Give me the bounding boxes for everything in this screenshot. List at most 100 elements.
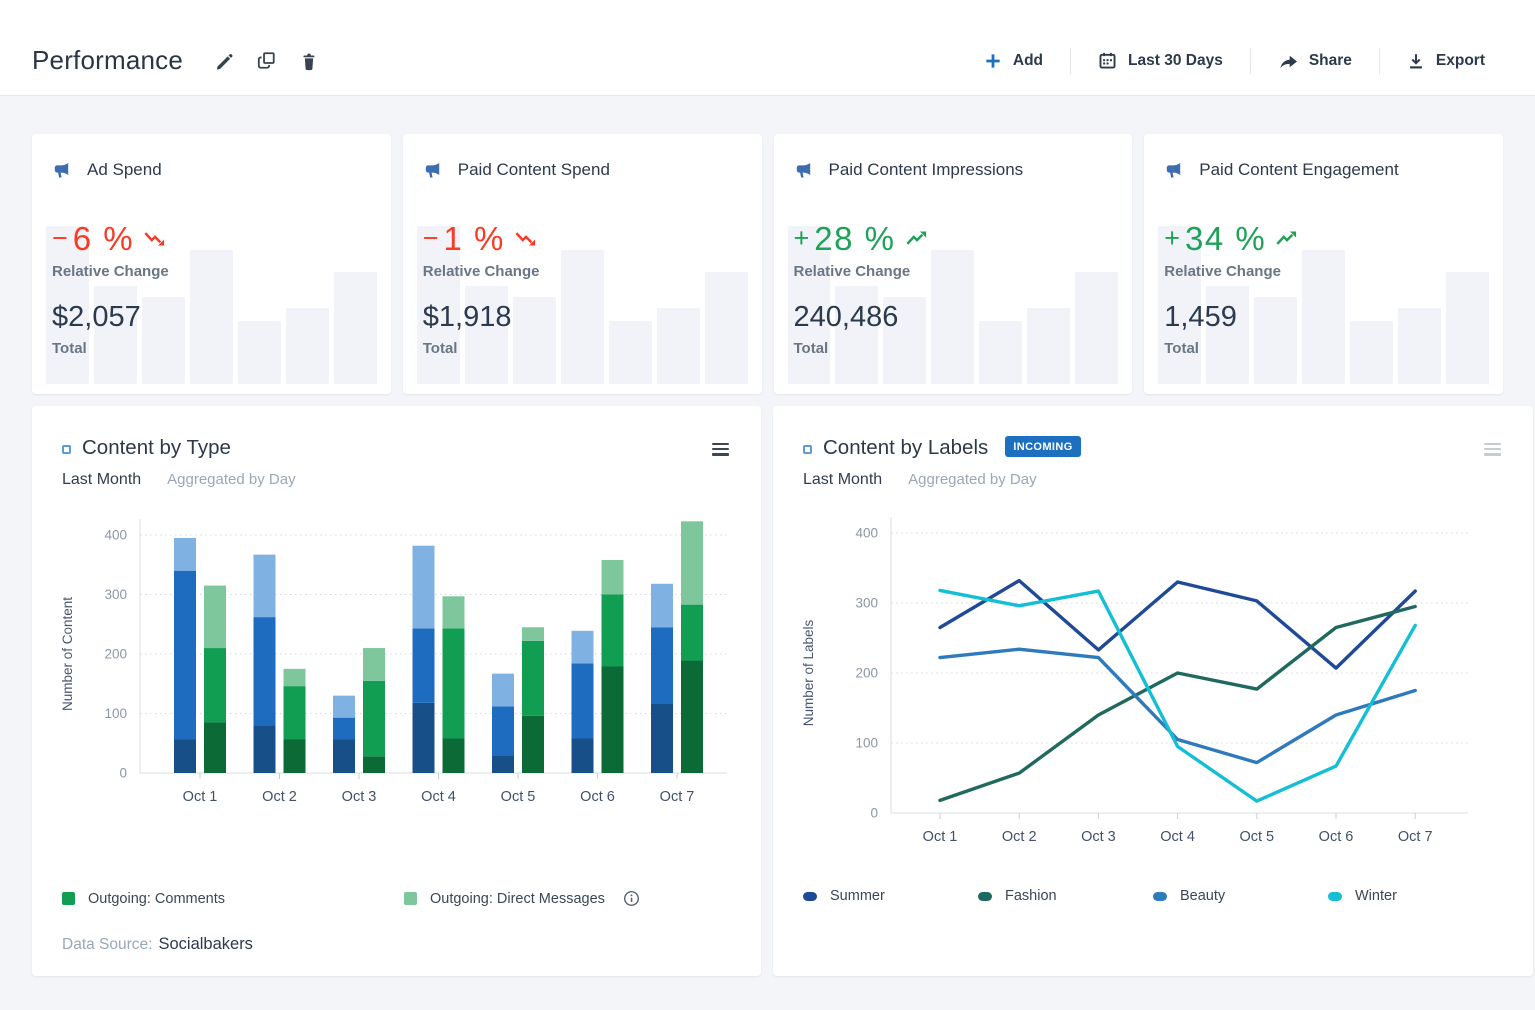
svg-text:0: 0 (119, 766, 127, 781)
kpi-total-label: Total (52, 340, 87, 357)
chart-menu-button[interactable] (710, 436, 731, 462)
top-bar: Performance Add Last 30 Days Share Expor… (0, 0, 1535, 96)
duplicate-dashboard-button[interactable] (252, 46, 281, 75)
legend-marker (803, 891, 817, 901)
kpi-card-paid-content-spend: Paid Content Spend − 1 % Relative Change… (402, 134, 762, 394)
chart-period: Last Month (803, 471, 883, 489)
legend-marker (1153, 891, 1167, 901)
svg-text:Oct 2: Oct 2 (1002, 829, 1037, 845)
svg-text:100: 100 (855, 736, 878, 751)
svg-text:300: 300 (104, 587, 127, 602)
svg-text:Oct 7: Oct 7 (1398, 829, 1433, 845)
kpi-change: − 6 % (52, 222, 377, 255)
chart-title: Content by Type (82, 436, 231, 459)
export-button[interactable]: Export (1380, 44, 1485, 78)
svg-text:Oct 5: Oct 5 (1239, 829, 1274, 845)
kpi-total-value: 1,459 (1164, 301, 1237, 333)
svg-text:Oct 3: Oct 3 (1081, 829, 1116, 845)
pencil-icon (214, 51, 233, 70)
chart-menu-button[interactable] (1482, 436, 1503, 462)
chart-title: Content by Labels (823, 436, 989, 459)
data-source: Data Source: Socialbakers (62, 935, 731, 954)
svg-text:Oct 1: Oct 1 (923, 829, 958, 845)
data-source-label: Data Source: (62, 936, 153, 954)
svg-text:Oct 5: Oct 5 (501, 789, 536, 805)
megaphone-icon (423, 160, 443, 180)
kpi-title: Ad Spend (87, 160, 162, 179)
svg-text:Oct 4: Oct 4 (1160, 829, 1195, 845)
svg-text:100: 100 (104, 706, 127, 721)
kpi-row: Ad Spend − 6 % Relative Change $2,057 To… (32, 134, 1503, 394)
kpi-title: Paid Content Spend (457, 160, 610, 179)
trash-icon (300, 51, 318, 71)
kpi-change-label: Relative Change (1164, 263, 1281, 280)
kpi-title: Paid Content Engagement (1199, 160, 1399, 179)
chart-period: Last Month (62, 471, 142, 489)
kpi-card-paid-content-engagement: Paid Content Engagement + 34 % Relative … (1144, 134, 1503, 394)
svg-text:300: 300 (855, 596, 878, 611)
copy-icon (257, 51, 276, 70)
svg-text:200: 200 (104, 647, 127, 662)
legend-item-winter[interactable]: Winter (1328, 888, 1503, 904)
kpi-total-label: Total (1164, 340, 1199, 357)
trend-arrow-icon (1276, 231, 1298, 246)
megaphone-icon (1164, 160, 1184, 180)
info-icon[interactable] (623, 890, 640, 907)
svg-text:Oct 7: Oct 7 (660, 789, 695, 805)
widget-square-icon (803, 444, 812, 454)
svg-text:Oct 6: Oct 6 (1319, 829, 1354, 845)
svg-text:Oct 2: Oct 2 (262, 789, 297, 805)
chart-aggregation: Aggregated by Day (167, 471, 296, 489)
widget-square-icon (62, 444, 71, 454)
kpi-change-label: Relative Change (52, 263, 169, 280)
kpi-card-ad-spend: Ad Spend − 6 % Relative Change $2,057 To… (32, 134, 391, 394)
svg-text:Oct 3: Oct 3 (342, 789, 377, 805)
trend-arrow-icon (515, 231, 537, 246)
charts-row: Content by Type Last Month Aggregated by… (32, 406, 1533, 976)
dashboard-content: Ad Spend − 6 % Relative Change $2,057 To… (0, 96, 1535, 976)
megaphone-icon (794, 160, 814, 180)
add-button[interactable]: Add (957, 44, 1070, 78)
content-by-type-card: Content by Type Last Month Aggregated by… (32, 406, 761, 976)
kpi-change-label: Relative Change (422, 263, 540, 280)
kpi-change: − 1 % (423, 222, 748, 255)
legend-item-summer[interactable]: Summer (803, 888, 978, 904)
svg-text:0: 0 (870, 806, 878, 821)
megaphone-icon (52, 160, 72, 180)
trend-arrow-icon (905, 231, 928, 246)
plus-icon (984, 52, 1002, 70)
kpi-total-label: Total (793, 340, 829, 357)
trend-arrow-icon (144, 231, 166, 246)
legend-item-fashion[interactable]: Fashion (978, 888, 1153, 904)
date-range-button[interactable]: Last 30 Days (1071, 43, 1250, 78)
legend-item-outgoing-comments[interactable]: Outgoing: Comments (62, 891, 404, 907)
delete-dashboard-button[interactable] (295, 46, 323, 76)
share-button[interactable]: Share (1251, 44, 1379, 78)
legend-item-outgoing-direct-messages[interactable]: Outgoing: Direct Messages (404, 890, 731, 907)
edit-title-button[interactable] (209, 46, 238, 75)
legend-marker (978, 891, 992, 901)
kpi-card-paid-content-impressions: Paid Content Impressions + 28 % Relative… (773, 134, 1133, 394)
kpi-total-value: $1,918 (422, 301, 512, 333)
content-by-labels-chart: 0 100 200 300 400 Number of Labels Oct 1 Oct 2 O… (801, 497, 1503, 858)
chart-aggregation: Aggregated by Day (908, 471, 1037, 489)
kpi-change-label: Relative Change (793, 263, 911, 280)
svg-text:Oct 6: Oct 6 (580, 789, 615, 805)
page-title: Performance (32, 45, 184, 75)
chart-legend: Outgoing: Comments Outgoing: Direct Mess… (62, 890, 731, 907)
legend-item-beauty[interactable]: Beauty (1153, 888, 1328, 904)
svg-text:400: 400 (855, 526, 878, 541)
svg-text:Number of Labels: Number of Labels (803, 620, 816, 727)
content-by-type-chart: 0 100 200 300 400 Number of Content Oct 1 Oct 2… (60, 497, 731, 814)
kpi-total-value: 240,486 (793, 301, 899, 333)
kpi-total-value: $2,057 (52, 301, 141, 333)
download-icon (1407, 52, 1425, 70)
svg-text:Number of Content: Number of Content (62, 597, 75, 711)
calendar-icon (1098, 51, 1117, 70)
legend-swatch (404, 892, 417, 906)
content-by-labels-card: Content by Labels INCOMING Last Month Ag… (773, 406, 1533, 976)
kpi-title: Paid Content Impressions (828, 160, 1024, 179)
kpi-change: + 34 % (1164, 222, 1489, 255)
kpi-change: + 28 % (794, 222, 1119, 255)
svg-text:400: 400 (104, 528, 127, 543)
